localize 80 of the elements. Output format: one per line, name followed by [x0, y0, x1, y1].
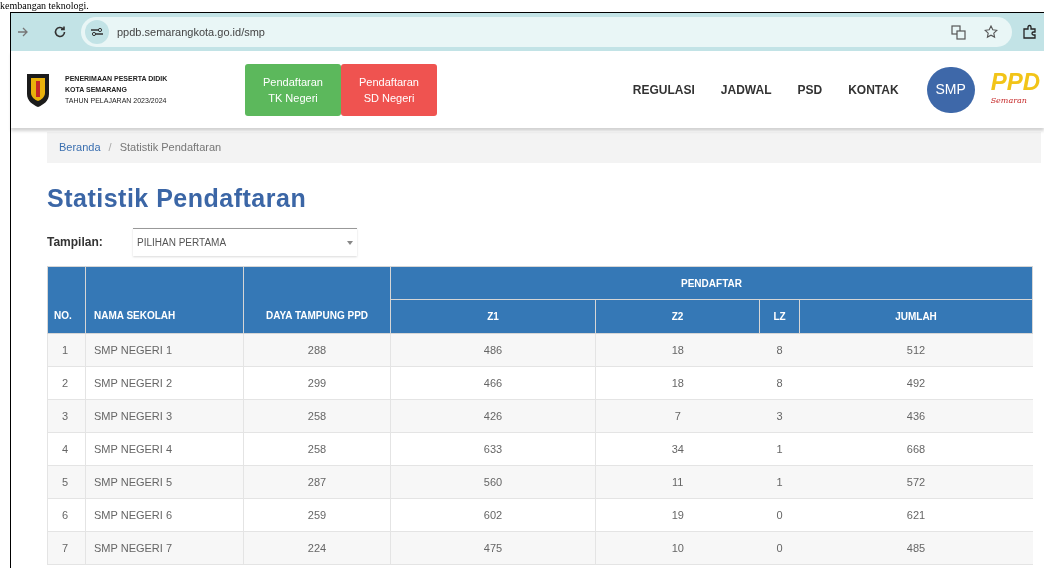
table-cell: 486 — [390, 333, 596, 367]
table-cell: 8 — [759, 366, 800, 400]
table-cell: 0 — [759, 531, 800, 565]
table-cell: 475 — [390, 531, 596, 565]
table-cell: 668 — [799, 432, 1033, 466]
table-cell: 1 — [759, 432, 800, 466]
site-settings-icon[interactable] — [85, 20, 109, 44]
document-text: kembangan teknologi. — [0, 0, 89, 12]
table-cell: 6 — [47, 498, 86, 532]
table-cell: 18 — [595, 333, 760, 367]
table-cell: 34 — [595, 432, 760, 466]
table-cell: 485 — [799, 531, 1033, 565]
breadcrumb-current: Statistik Pendaftaran — [119, 140, 222, 156]
nav-link[interactable]: REGULASI — [632, 80, 695, 99]
table-cell: 436 — [799, 399, 1033, 433]
filter-label: Tampilan: — [47, 234, 104, 251]
table-cell: 492 — [799, 366, 1033, 400]
table-cell: SMP NEGERI 3 — [85, 399, 244, 433]
table-cell: SMP NEGERI 4 — [85, 432, 244, 466]
group-header: PENDAFTAR — [390, 266, 1033, 300]
table-cell: 2 — [47, 366, 86, 400]
table-cell: 287 — [243, 465, 391, 499]
address-bar[interactable]: ppdb.semarangkota.go.id/smp — [81, 17, 1012, 47]
nav-link[interactable]: PSD — [797, 80, 823, 99]
forward-arrow-icon[interactable] — [17, 26, 29, 38]
view-select[interactable]: PILIHAN PERTAMA — [133, 228, 357, 256]
nav-link[interactable]: KONTAK — [848, 80, 899, 99]
table-cell: 4 — [47, 432, 86, 466]
emblem-icon — [25, 71, 51, 108]
nav-link[interactable]: JADWAL — [720, 80, 772, 99]
logo-tagline: Semaran — [990, 95, 1027, 106]
extension-icon[interactable] — [1022, 24, 1038, 40]
url-text: ppdb.semarangkota.go.id/smp — [117, 24, 266, 40]
column-header: Z2 — [595, 299, 760, 334]
table-cell: 7 — [595, 399, 760, 433]
breadcrumb-link[interactable]: Beranda — [59, 139, 101, 156]
table-cell: 11 — [595, 465, 760, 499]
table-cell: SMP NEGERI 7 — [85, 531, 244, 565]
table-cell: 258 — [243, 432, 391, 466]
table-cell: 572 — [799, 465, 1033, 499]
column-header: NAMA SEKOLAH — [85, 266, 244, 334]
table-cell: SMP NEGERI 6 — [85, 498, 244, 532]
table-cell: SMP NEGERI 5 — [85, 465, 244, 499]
table-cell: 288 — [243, 333, 391, 367]
table-cell: 602 — [390, 498, 596, 532]
logo-text: PPD — [990, 67, 1040, 96]
table-cell: 10 — [595, 531, 760, 565]
table-cell: 512 — [799, 333, 1033, 367]
column-header: JUMLAH — [799, 299, 1033, 334]
table-cell: 1 — [759, 465, 800, 499]
table-cell: 3 — [47, 399, 86, 433]
table-cell: 5 — [47, 465, 86, 499]
table-cell: 426 — [390, 399, 596, 433]
column-header: NO. — [47, 266, 86, 334]
page-title: Statistik Pendaftaran — [47, 183, 308, 213]
table-cell: 621 — [799, 498, 1033, 532]
table-cell: 1 — [47, 333, 86, 367]
table-cell: 259 — [243, 498, 391, 532]
column-header: DAYA TAMPUNG PPD — [243, 266, 391, 334]
reload-icon[interactable] — [53, 25, 67, 39]
star-icon[interactable] — [984, 25, 998, 39]
table-cell: 8 — [759, 333, 800, 367]
caret-icon — [347, 240, 353, 245]
table-cell: 258 — [243, 399, 391, 433]
breadcrumb-separator: / — [108, 140, 112, 156]
column-header: Z1 — [390, 299, 596, 334]
table-cell: SMP NEGERI 2 — [85, 366, 244, 400]
table-cell: 466 — [390, 366, 596, 400]
table-cell: SMP NEGERI 1 — [85, 333, 244, 367]
table-cell: 633 — [390, 432, 596, 466]
table-cell: 0 — [759, 498, 800, 532]
table-cell: 299 — [243, 366, 391, 400]
table-cell: 7 — [47, 531, 86, 565]
table-cell: 3 — [759, 399, 800, 433]
table-cell: 18 — [595, 366, 760, 400]
table-cell: 19 — [595, 498, 760, 532]
table-cell: 224 — [243, 531, 391, 565]
level-badge[interactable]: SMP — [926, 66, 975, 113]
table-cell: 560 — [390, 465, 596, 499]
translate-icon[interactable] — [951, 24, 966, 40]
